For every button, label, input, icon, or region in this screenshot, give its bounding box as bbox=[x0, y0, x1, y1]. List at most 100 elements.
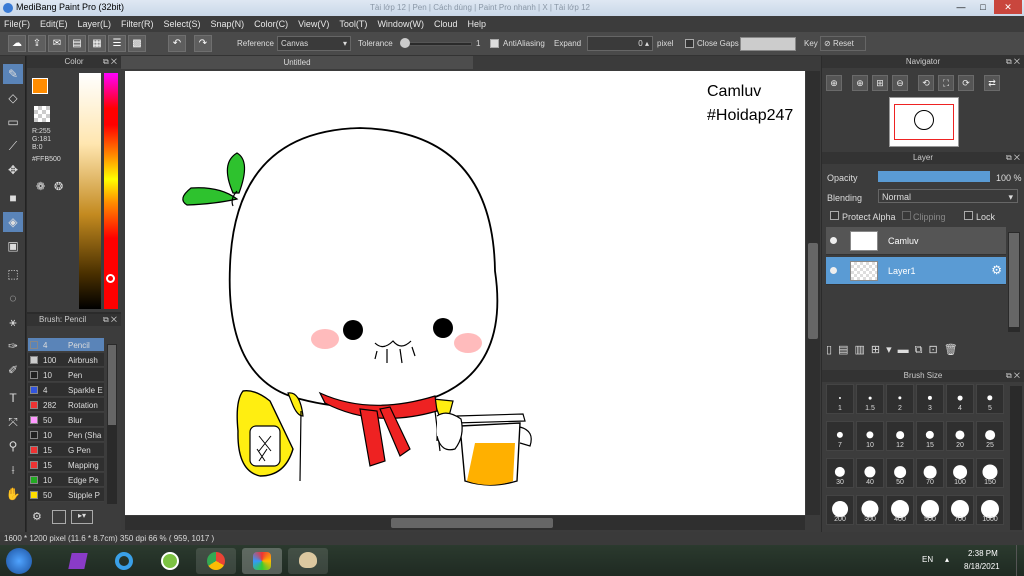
reference-select[interactable]: Canvas ▾ bbox=[277, 36, 351, 51]
zoom-in-icon[interactable]: ⊕ bbox=[852, 75, 868, 91]
grid-icon[interactable]: ▩ bbox=[128, 35, 146, 52]
select-eraser-tool-icon[interactable]: ✐ bbox=[3, 360, 23, 380]
zoom-in-icon[interactable]: ⊕ bbox=[826, 75, 842, 91]
medibang-taskbar-icon[interactable] bbox=[242, 548, 282, 574]
brush-size-option[interactable]: 4 bbox=[946, 384, 974, 414]
shape-tool-icon[interactable]: ▭ bbox=[3, 112, 23, 132]
brush-list-item[interactable]: 50 Blur bbox=[28, 413, 104, 427]
horizontal-scrollbar[interactable] bbox=[125, 516, 805, 530]
foreground-color-swatch[interactable] bbox=[32, 78, 48, 94]
maximize-button[interactable]: □ bbox=[972, 0, 994, 14]
brush-size-scrollbar[interactable] bbox=[1010, 386, 1022, 530]
new-halftone-layer-icon[interactable]: ▤ bbox=[838, 344, 854, 356]
close-icon[interactable]: ⧉ ✕ bbox=[103, 56, 117, 68]
close-button[interactable]: ✕ bbox=[994, 0, 1022, 14]
protect-alpha-checkbox[interactable] bbox=[830, 211, 839, 220]
brush-size-option[interactable]: 3 bbox=[916, 384, 944, 414]
vertical-scrollbar[interactable] bbox=[806, 71, 820, 515]
opacity-slider[interactable] bbox=[878, 171, 990, 182]
brush-list-item[interactable]: 50 Stipple P bbox=[28, 488, 104, 502]
hand-tool-icon[interactable]: ✋ bbox=[3, 484, 23, 504]
close-gaps-checkbox[interactable] bbox=[685, 39, 694, 48]
menu-snap[interactable]: Snap(N) bbox=[211, 19, 245, 29]
move-tool-icon[interactable]: ✥ bbox=[3, 160, 23, 180]
layer-row-camluv[interactable]: Camluv bbox=[826, 227, 1006, 255]
folder-icon[interactable]: ▬ bbox=[898, 344, 915, 356]
line-tool-icon[interactable]: ⟋ bbox=[3, 136, 23, 156]
brush-list-item[interactable]: 15 G Pen bbox=[28, 443, 104, 457]
operation-tool-icon[interactable]: ⤧ bbox=[3, 412, 23, 432]
rotate-left-icon[interactable]: ⟲ bbox=[918, 75, 934, 91]
new-layer-icon[interactable]: ▯ bbox=[826, 344, 838, 356]
brush-size-option[interactable]: 40 bbox=[856, 458, 884, 488]
cloud-icon[interactable]: ☁ bbox=[8, 35, 26, 52]
add-layer-menu-icon[interactable]: ⊞▾ bbox=[871, 344, 898, 356]
menu-select[interactable]: Select(S) bbox=[164, 19, 201, 29]
brush-size-option[interactable]: 1 bbox=[826, 384, 854, 414]
clock-date[interactable]: 8/18/2021 bbox=[964, 562, 1000, 571]
gear-icon[interactable]: ⚙ bbox=[991, 263, 1002, 277]
close-icon[interactable]: ⧉ ✕ bbox=[103, 314, 117, 326]
menu-file[interactable]: File(F) bbox=[4, 19, 30, 29]
brush-size-option[interactable]: 150 bbox=[976, 458, 1004, 488]
fill-rect-tool-icon[interactable]: ■ bbox=[3, 188, 23, 208]
gradient-tool-icon[interactable]: ▣ bbox=[3, 236, 23, 256]
brush-size-option[interactable]: 500 bbox=[916, 495, 944, 525]
brush-size-option[interactable]: 30 bbox=[826, 458, 854, 488]
palette-icon[interactable]: ❁ bbox=[36, 180, 45, 193]
reset-button[interactable]: ⊘ Reset bbox=[820, 36, 866, 51]
transparent-color-swatch[interactable] bbox=[34, 106, 50, 122]
clipping-checkbox[interactable] bbox=[902, 211, 911, 220]
tray-arrow-icon[interactable]: ▴ bbox=[945, 555, 949, 564]
chat-icon[interactable]: ▤ bbox=[68, 35, 86, 52]
brush-size-option[interactable]: 400 bbox=[886, 495, 914, 525]
scrollbar-thumb[interactable] bbox=[108, 345, 116, 425]
new-8bit-layer-icon[interactable]: ▥ bbox=[854, 344, 870, 356]
scrollbar-thumb[interactable] bbox=[808, 243, 818, 339]
close-icon[interactable]: ⧉ ✕ bbox=[1006, 56, 1020, 68]
start-button[interactable] bbox=[6, 548, 32, 574]
brush-list-item[interactable]: 282 Rotation bbox=[28, 398, 104, 412]
delete-layer-icon[interactable]: 🗑 bbox=[944, 344, 964, 356]
lasso-tool-icon[interactable]: ◌ bbox=[3, 288, 23, 308]
brush-size-option[interactable]: 700 bbox=[946, 495, 974, 525]
brush-size-option[interactable]: 2 bbox=[886, 384, 914, 414]
list-icon[interactable]: ☰ bbox=[108, 35, 126, 52]
merge-layer-icon[interactable]: ⊡ bbox=[928, 344, 943, 356]
brush-size-option[interactable]: 5 bbox=[976, 384, 1004, 414]
select-rect-tool-icon[interactable]: ⬚ bbox=[3, 264, 23, 284]
add-brush-icon[interactable]: ⚙ bbox=[32, 510, 46, 524]
menu-color[interactable]: Color(C) bbox=[254, 19, 288, 29]
menu-filter[interactable]: Filter(R) bbox=[121, 19, 154, 29]
brush-list-item[interactable]: 4 Sparkle E bbox=[28, 383, 104, 397]
expand-stepper[interactable]: 0 ▴ bbox=[587, 36, 653, 51]
brush-list-item[interactable]: 4 Pencil bbox=[28, 338, 104, 352]
paint-icon[interactable] bbox=[288, 548, 328, 574]
menu-layer[interactable]: Layer(L) bbox=[78, 19, 112, 29]
eyedropper-tool-icon[interactable]: ⚲ bbox=[3, 436, 23, 456]
brush-list-item[interactable]: 10 Edge Pe bbox=[28, 473, 104, 487]
layer-row-layer1[interactable]: Layer1 ⚙ bbox=[826, 257, 1006, 285]
duplicate-layer-icon[interactable]: ⧉ bbox=[915, 344, 929, 356]
close-icon[interactable]: ⧉ ✕ bbox=[1006, 370, 1020, 382]
brush-size-option[interactable]: 12 bbox=[886, 421, 914, 451]
menu-cloud[interactable]: Cloud bbox=[434, 19, 458, 29]
menu-window[interactable]: Window(W) bbox=[377, 19, 424, 29]
document-icon[interactable]: ▦ bbox=[88, 35, 106, 52]
visibility-icon[interactable] bbox=[830, 267, 837, 274]
minimize-button[interactable]: — bbox=[950, 0, 972, 14]
brush-size-option[interactable]: 7 bbox=[826, 421, 854, 451]
clock-time[interactable]: 2:38 PM bbox=[968, 549, 998, 558]
brush-size-option[interactable]: 25 bbox=[976, 421, 1004, 451]
saturation-strip[interactable] bbox=[79, 73, 101, 309]
brush-list-item[interactable]: 10 Pen (Sha bbox=[28, 428, 104, 442]
navigator-preview[interactable] bbox=[889, 97, 959, 147]
undo-icon[interactable]: ↶ bbox=[168, 35, 186, 52]
brush-list-item[interactable]: 15 Mapping bbox=[28, 458, 104, 472]
redo-icon[interactable]: ↷ bbox=[194, 35, 212, 52]
scrollbar-thumb[interactable] bbox=[1009, 233, 1019, 327]
drawing-canvas[interactable]: Camluv #Hoidap247 bbox=[125, 71, 805, 515]
bucket-tool-icon[interactable]: ◈ bbox=[3, 212, 23, 232]
layer-list-scrollbar[interactable] bbox=[1008, 232, 1020, 332]
lock-checkbox[interactable] bbox=[964, 211, 973, 220]
